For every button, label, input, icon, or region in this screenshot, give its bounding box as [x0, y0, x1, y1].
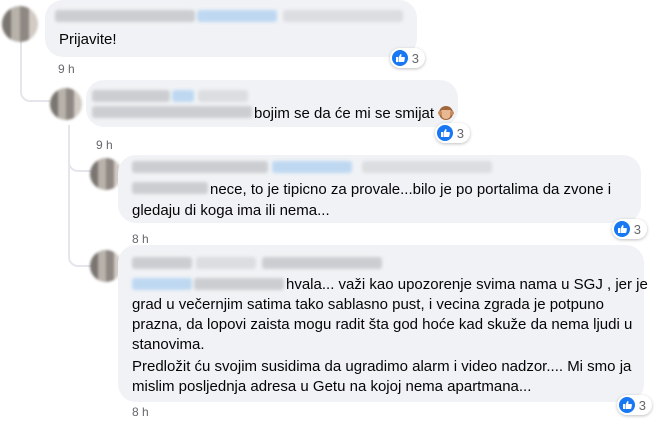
redacted-text	[132, 278, 192, 290]
comment-text-line: bojim se da će mi se smijat	[254, 105, 435, 122]
comment-time[interactable]: 8 h	[132, 405, 149, 419]
redacted-name	[198, 90, 248, 102]
redacted-name	[283, 10, 403, 22]
comment-text-line: mislim posljednja adresa u Getu na kojoj…	[132, 378, 532, 395]
like-icon	[613, 221, 630, 237]
reaction-count: 3	[411, 50, 419, 66]
redacted-name	[132, 161, 268, 173]
redacted-name	[362, 161, 492, 173]
see-no-evil-monkey-icon	[438, 106, 455, 120]
redacted-name	[132, 257, 192, 269]
redacted-name	[262, 257, 382, 269]
avatar[interactable]	[2, 6, 38, 42]
comment-bubble: hvala... važi kao upozorenje svima nama …	[118, 245, 652, 415]
comment-text-line: stanovima.	[132, 336, 205, 353]
comment-time[interactable]: 9 h	[58, 62, 75, 76]
like-icon	[436, 125, 453, 141]
comment-text-line: gledaju di koga ima ili nema...	[132, 202, 330, 219]
comment-bubble: Prijavite! 3	[45, 0, 425, 68]
reaction-badge[interactable]: 3	[616, 395, 652, 415]
comment-text: bojim se da će mi se smijat	[254, 104, 455, 124]
reaction-badge[interactable]: 3	[611, 219, 647, 239]
comment-text-line: nece, to je tipicno za provale...bilo je…	[210, 181, 612, 198]
comment-time[interactable]: 9 h	[96, 138, 113, 152]
comment-time[interactable]: 8 h	[132, 232, 149, 246]
like-icon	[391, 50, 408, 66]
comment-text-line: hvala... važi kao upozorenje svima nama …	[286, 276, 648, 293]
redacted-name	[197, 10, 277, 22]
reaction-count: 3	[638, 397, 646, 413]
comment-text-line: prazna, da lopovi zaista mogu radit šta …	[132, 316, 633, 333]
reaction-badge[interactable]: 3	[389, 48, 425, 68]
comment-bubble: bojim se da će mi se smijat 3	[86, 80, 470, 143]
comment-text: Prijavite!	[59, 31, 117, 48]
redacted-text	[132, 182, 208, 194]
reaction-badge[interactable]: 3	[434, 123, 470, 143]
redacted-text	[194, 278, 284, 290]
thread-connector	[20, 60, 50, 102]
like-icon	[618, 397, 635, 413]
redacted-name	[55, 10, 195, 22]
thread-connector	[68, 140, 92, 267]
redacted-text	[92, 106, 252, 118]
redacted-name	[172, 90, 194, 102]
redacted-name	[272, 161, 352, 173]
reaction-count: 3	[456, 125, 464, 141]
comment-text-line: Predložit ću svojim susidima da ugradimo…	[132, 358, 632, 375]
avatar[interactable]	[50, 88, 82, 120]
comment-text-line: grad u večernjim satima tako sablasno pu…	[132, 296, 604, 313]
redacted-name	[196, 257, 256, 269]
comment-bubble: nece, to je tipicno za provale...bilo je…	[118, 155, 647, 239]
redacted-name	[92, 90, 170, 102]
reaction-count: 3	[633, 221, 641, 237]
